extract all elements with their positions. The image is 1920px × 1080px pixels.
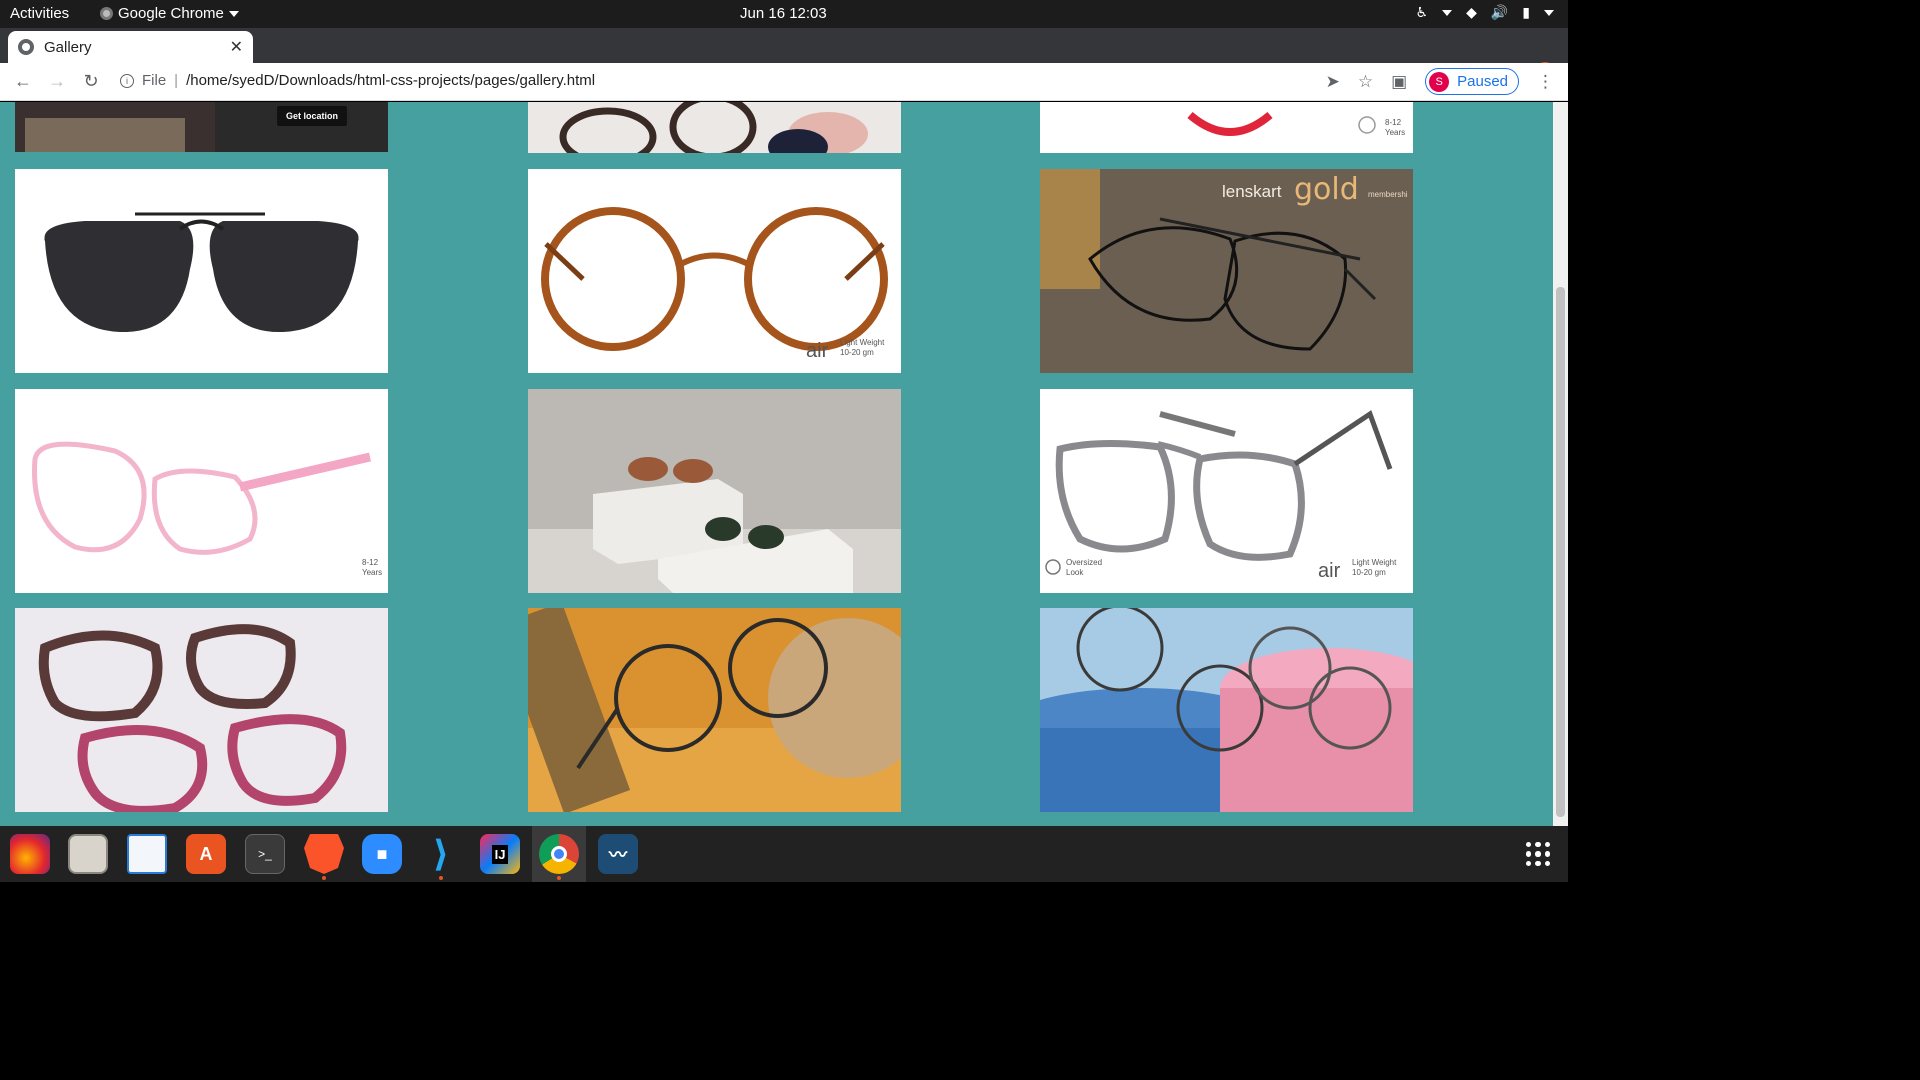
chevron-down-icon (1442, 9, 1453, 16)
weight-line-1: Light Weight (840, 338, 885, 347)
get-location-label: Get location (285, 111, 338, 121)
profile-button[interactable]: S Paused (1425, 68, 1519, 95)
vscode-icon[interactable]: ⟩ (421, 833, 461, 874)
firefox-icon[interactable] (10, 834, 50, 874)
tag-line-1: Oversized (1066, 558, 1103, 567)
weight-note: Light Weight 10-20 gm (1352, 558, 1396, 578)
system-tray[interactable]: ♿ ◆ 🔊 ▮ (1416, 4, 1554, 21)
gallery-image-assorted-glasses[interactable] (528, 102, 901, 153)
battery-icon: ▮ (1522, 4, 1530, 20)
gallery-image-kids-red-frame[interactable] (1040, 102, 1413, 153)
more-menu-icon[interactable]: ⋮ (1537, 72, 1554, 92)
weight-line-2: 10-20 gm (840, 348, 874, 357)
accessibility-icon[interactable]: ♿ (1416, 4, 1429, 21)
volume-icon: 🔊 (1490, 4, 1509, 20)
brave-icon[interactable] (304, 834, 344, 874)
gallery-image-pink-kids-frame[interactable] (15, 389, 388, 593)
close-tab-icon[interactable]: ✕ (230, 37, 243, 57)
zoom-icon[interactable]: ■ (362, 834, 402, 874)
age-badge: 8-12 Years (1385, 118, 1405, 138)
gallery-image-black-aviator[interactable] (15, 169, 388, 373)
chevron-down-icon (228, 10, 239, 17)
running-indicator (322, 876, 326, 880)
terminal-icon[interactable]: >_ (245, 834, 285, 874)
send-icon[interactable]: ➤ (1326, 72, 1340, 92)
tab-gallery[interactable]: Gallery ✕ (8, 31, 253, 63)
show-applications-icon[interactable] (1526, 842, 1550, 866)
brand-gold: gold (1294, 172, 1359, 207)
age-badge: 8-12 Years (362, 558, 382, 578)
gallery-image-sunglasses-on-boxes[interactable] (528, 389, 901, 593)
age-badge-word: Years (362, 568, 383, 577)
side-panel-icon[interactable]: ▣ (1391, 72, 1407, 92)
page-viewport: Get location 8-12 Years air Light Weight… (0, 102, 1568, 826)
chrome-icon (100, 7, 113, 20)
intellij-label: IJ (491, 844, 509, 864)
info-icon[interactable]: i (120, 73, 134, 88)
age-badge-word: Years (1385, 128, 1406, 137)
gallery-image-round-metal-on-wood[interactable] (528, 608, 901, 812)
bookmark-star-icon[interactable]: ☆ (1358, 72, 1373, 92)
weight-line-2: 10-20 gm (1352, 568, 1386, 577)
age-badge-range: 8-12 (362, 558, 379, 567)
brand-air: air (806, 340, 829, 362)
address-bar[interactable]: i File | /home/syedD/Downloads/html-css-… (120, 72, 595, 89)
chrome-icon[interactable] (539, 834, 579, 874)
software-icon[interactable]: A (186, 834, 226, 874)
globe-icon (18, 39, 34, 55)
browser-toolbar: ← → ↻ i File | /home/syedD/Downloads/htm… (0, 63, 1568, 101)
writer-icon[interactable] (127, 834, 167, 874)
reload-icon[interactable]: ↻ (80, 71, 102, 92)
activities-button[interactable]: Activities (10, 5, 69, 22)
scrollbar-thumb[interactable] (1556, 287, 1565, 817)
system-top-bar: Activities Google Chrome Jun 16 12:03 ♿ … (0, 0, 1568, 28)
toolbar-actions: ➤ ☆ ▣ S Paused ⋮ (1326, 68, 1554, 95)
back-icon[interactable]: ← (12, 71, 34, 92)
brand-air: air (1318, 560, 1341, 582)
scrollbar[interactable] (1553, 102, 1568, 826)
files-icon[interactable] (68, 834, 108, 874)
weight-line-1: Light Weight (1352, 558, 1397, 567)
scheme-label: File (142, 72, 167, 89)
brand-membership: membershi (1368, 190, 1408, 199)
oversized-tag: Oversized Look (1066, 558, 1102, 578)
intellij-icon[interactable]: IJ (480, 834, 520, 874)
wifi-icon: ◆ (1466, 4, 1477, 20)
divider: | (174, 72, 179, 89)
avatar: S (1429, 71, 1450, 92)
dock: A >_ ■ ⟩ IJ 〰 (0, 826, 1568, 882)
running-indicator (439, 876, 443, 880)
tab-title: Gallery (44, 38, 92, 56)
tab-strip: Gallery ✕ + ⌄ – ❐ ✕ (0, 28, 1568, 84)
get-location-button[interactable]: Get location (277, 106, 347, 126)
gallery-image-metal-frames-pedestals[interactable] (1040, 608, 1413, 812)
url-text[interactable]: /home/syedD/Downloads/html-css-projects/… (186, 72, 595, 89)
weight-note: Light Weight 10-20 gm (840, 338, 884, 358)
brand-lenskart: lenskart (1222, 182, 1282, 201)
gallery-image-floral-cat-eye[interactable] (15, 608, 388, 812)
app-menu-label: Google Chrome (118, 5, 224, 22)
mysql-workbench-icon[interactable]: 〰 (598, 834, 638, 874)
forward-icon[interactable]: → (46, 71, 68, 92)
age-badge-range: 8-12 (1385, 118, 1402, 127)
tag-line-2: Look (1066, 568, 1084, 577)
chevron-down-icon (1544, 9, 1554, 16)
profile-status: Paused (1457, 73, 1508, 90)
clock[interactable]: Jun 16 12:03 (740, 5, 827, 22)
running-indicator (557, 876, 561, 880)
app-menu[interactable]: Google Chrome (100, 5, 239, 22)
